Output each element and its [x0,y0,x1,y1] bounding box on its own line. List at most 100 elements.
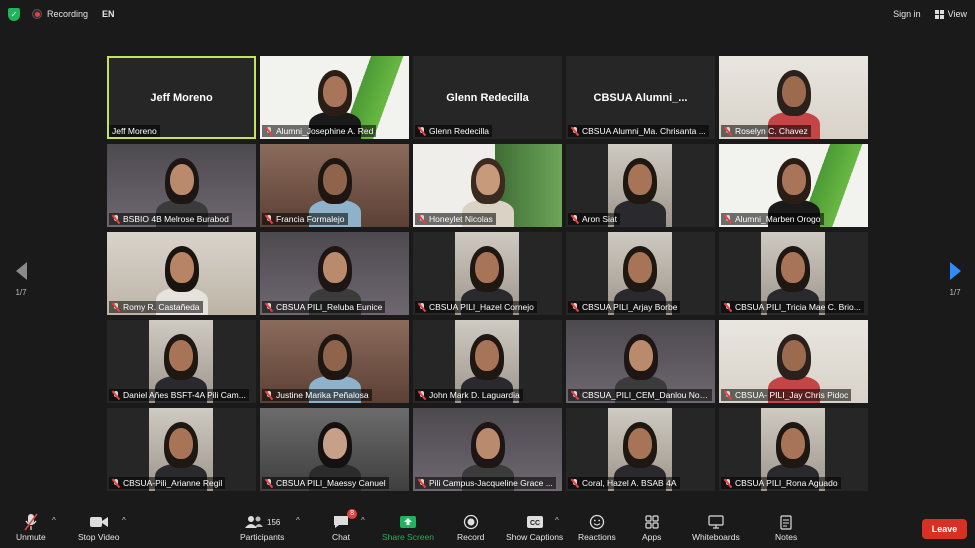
participant-name: Roselyn C. Chavez [735,126,808,136]
chat-unread-badge: 8 [347,509,357,519]
participant-name: Aron Siat [582,214,617,224]
language-indicator[interactable]: EN [102,9,115,19]
stop-video-label: Stop Video [78,532,120,542]
recording-icon [32,9,42,19]
participant-tile[interactable]: Honeylet Nicolas [413,144,562,227]
participant-tile[interactable]: CBSUA PILI_Reluba Eunice [260,232,409,315]
participants-count: 156 [267,517,281,527]
participant-name-label: CBSUA PILI_Reluba Eunice [262,301,386,313]
participant-name: CBSUA PILI_Reluba Eunice [276,302,383,312]
participant-tile[interactable]: CBSUA PILI_Rona Aguado [719,408,868,491]
participant-tile[interactable]: Coral, Hazel A. BSAB 4A [566,408,715,491]
participant-name: Alumni_Marben Orogo [735,214,821,224]
reactions-label: Reactions [578,532,616,542]
participant-face [322,428,347,459]
muted-microphone-icon [265,390,273,400]
whiteboards-button[interactable]: Whiteboards [692,512,740,542]
participant-name-label: CBSUA PILI_Maessy Canuel [262,477,389,489]
participant-name: Glenn Redecilla [429,126,490,136]
participant-tile[interactable]: CBSUA Alumni_... CBSUA Alumni_Ma. Chrisan… [566,56,715,139]
muted-microphone-icon [724,214,732,224]
recording-indicator[interactable]: Recording [32,9,88,19]
participant-tile[interactable]: Roselyn C. Chavez [719,56,868,139]
participant-name-label: Honeylet Nicolas [415,213,496,225]
participant-face [628,164,652,195]
stop-video-button[interactable]: Stop Video [78,512,119,542]
participant-name: CBSUA_PILI_CEM_Danlou Nola... [582,390,709,400]
security-shield-icon[interactable]: ✓ [8,7,20,21]
apps-button[interactable]: Apps [642,512,661,542]
video-options-chevron-icon[interactable]: ^ [122,516,126,525]
chat-options-chevron-icon[interactable]: ^ [361,516,365,525]
apps-icon [645,512,659,532]
participant-tile[interactable]: Jeff Moreno Jeff Moreno [107,56,256,139]
chat-label: Chat [332,532,350,542]
participant-name-label: Coral, Hazel A. BSAB 4A [568,477,680,489]
muted-microphone-icon [571,302,579,312]
muted-microphone-icon [724,390,732,400]
participant-name: CBSUA Alumni_Ma. Chrisanta ... [582,126,706,136]
unmute-label: Unmute [16,532,46,542]
next-page-button[interactable]: 1/7 [940,262,970,297]
participant-face [781,252,805,283]
participant-name-label: CBSUA_PILI_CEM_Danlou Nola... [568,389,712,401]
participant-tile[interactable]: CBSUA PILI_Maessy Canuel [260,408,409,491]
participant-name: Francia Formalejo [276,214,345,224]
leave-button[interactable]: Leave [922,519,967,539]
participant-tile[interactable]: CBSUA_PILI_CEM_Danlou Nola... [566,320,715,403]
participant-tile[interactable]: CBSUA PILI_Hazel Cornejo [413,232,562,315]
participants-options-chevron-icon[interactable]: ^ [296,516,300,525]
muted-microphone-icon [418,390,426,400]
participant-tile[interactable]: BSBIO 4B Melrose Burabod [107,144,256,227]
participant-face [781,340,806,371]
chat-button[interactable]: 8 Chat [332,509,357,542]
sign-in-button[interactable]: Sign in [893,9,921,19]
participant-tile[interactable]: Daniel Añes BSFT-4A Pili Cam... [107,320,256,403]
notes-button[interactable]: Notes [775,512,797,542]
whiteboard-icon [708,512,724,532]
captions-icon: CC [526,512,544,532]
participant-tile[interactable]: Alumni_Josephine A. Red [260,56,409,139]
participant-name: Daniel Añes BSFT-4A Pili Cam... [123,390,246,400]
participant-name: Pili Campus-Jacqueline Grace ... [429,478,553,488]
participant-tile[interactable]: Justine Marika Peñalosa [260,320,409,403]
participant-tile[interactable]: Aron Siat [566,144,715,227]
show-captions-label: Show Captions [506,532,564,542]
participant-name-label: CBSUA PILI_Rona Aguado [721,477,841,489]
participant-name-label: Alumni_Marben Orogo [721,213,824,225]
participant-tile[interactable]: Glenn Redecilla Glenn Redecilla [413,56,562,139]
view-button[interactable]: View [934,9,967,19]
meeting-toolbar: Unmute ^ Stop Video ^ 156 Participants ^… [0,508,975,548]
participant-tile[interactable]: CBSUA PILI_Arjay Borbe [566,232,715,315]
participant-face [322,76,347,107]
reactions-button[interactable]: Reactions [578,512,616,542]
captions-options-chevron-icon[interactable]: ^ [555,516,559,525]
participant-face [322,164,347,195]
previous-page-button[interactable]: 1/7 [6,262,36,297]
muted-microphone-icon [571,390,579,400]
participant-name: CBSUA-Pili_Arianne Regil [123,478,223,488]
participant-tile[interactable]: CBSUA-Pili_Arianne Regil [107,408,256,491]
record-button[interactable]: Record [457,512,484,542]
participant-tile[interactable]: John Mark D. Laguardia [413,320,562,403]
participants-button[interactable]: 156 Participants [240,512,284,542]
participant-tile[interactable]: Francia Formalejo [260,144,409,227]
participant-tile[interactable]: Pili Campus-Jacqueline Grace ... [413,408,562,491]
participant-tile[interactable]: CBSUA- PILI_Jay Chris Pidoc [719,320,868,403]
participant-tile[interactable]: Alumni_Marben Orogo [719,144,868,227]
gallery-grid: Jeff Moreno Jeff Moreno Alumni_Josephine A… [107,56,868,491]
muted-microphone-icon [418,126,426,136]
participant-name-label: Glenn Redecilla [415,125,493,137]
participant-name-label: Alumni_Josephine A. Red [262,125,377,137]
participant-name: Romy R. Castañeda [123,302,200,312]
participant-face [628,340,653,371]
participant-tile[interactable]: Romy R. Castañeda [107,232,256,315]
record-icon [463,512,479,532]
participant-tile[interactable]: CBSUA PILI_Tricia Mae C. Brio... [719,232,868,315]
share-screen-button[interactable]: Share Screen [382,512,434,542]
unmute-button[interactable]: Unmute [16,512,46,542]
recording-label: Recording [47,9,89,19]
muted-microphone-icon [265,126,273,136]
audio-options-chevron-icon[interactable]: ^ [52,516,56,525]
participant-face [169,428,193,459]
